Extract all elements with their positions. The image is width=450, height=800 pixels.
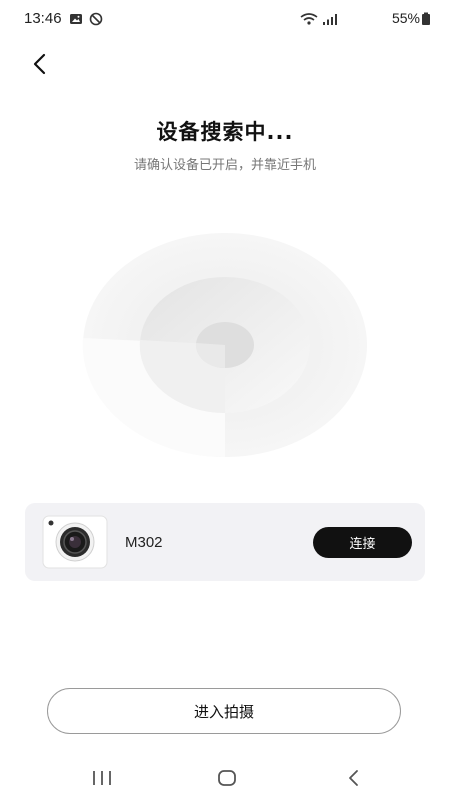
wifi-icon	[300, 13, 318, 25]
camera-device-icon	[42, 515, 108, 569]
connect-button[interactable]: 连接	[313, 527, 412, 558]
device-name: M302	[125, 534, 163, 551]
device-card[interactable]: M302 连接	[25, 503, 425, 581]
battery-icon	[422, 12, 430, 25]
status-time: 13:46	[24, 10, 62, 27]
system-back-icon[interactable]	[340, 766, 368, 790]
home-icon[interactable]	[213, 766, 241, 790]
page-title: 设备搜索中...	[156, 120, 294, 144]
recent-apps-icon[interactable]	[88, 766, 116, 790]
enter-shooting-button[interactable]: 进入拍摄	[47, 688, 401, 734]
blocked-notification-icon	[89, 12, 103, 26]
system-nav-bar	[0, 758, 450, 800]
radar-search-animation	[82, 233, 367, 458]
page-subtitle: 请确认设备已开启，并靠近手机	[133, 158, 316, 173]
gallery-icon	[70, 14, 82, 24]
status-bar: 13:46 55%	[0, 0, 450, 40]
back-arrow-icon[interactable]	[26, 50, 54, 78]
battery-percentage: 55%	[391, 10, 420, 26]
signal-icon	[323, 14, 337, 25]
